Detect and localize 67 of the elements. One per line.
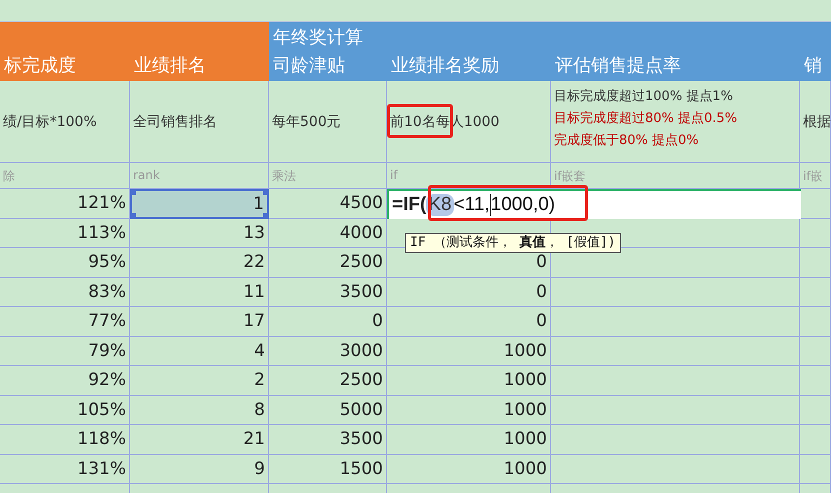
selection-handle[interactable] [130, 212, 136, 218]
hint-text: 乘法 [272, 169, 296, 183]
column-header: 业绩排名 [134, 54, 207, 77]
table-cell: 0 [372, 311, 383, 332]
function-tooltip: IF （测试条件， 真值， [假值]) [405, 233, 621, 253]
table-cell: 3000 [340, 340, 383, 361]
table-cell: 11 [243, 282, 265, 302]
table-cell: 5000 [340, 400, 383, 420]
hint-text: if嵌套 [554, 169, 586, 183]
table-cell: 13 [243, 222, 265, 243]
table-cell: 1000 [504, 429, 547, 450]
description-text: 每年500元 [272, 112, 342, 130]
table-cell: 4 [254, 340, 265, 361]
description-text: 绩/目标*100% [3, 112, 98, 130]
table-cell: 1000 [504, 400, 547, 420]
description-text: 完成度低于80% 提点0% [554, 132, 700, 149]
table-cell: 4500 [340, 193, 383, 214]
table-cell: 1000 [504, 458, 547, 479]
table-cell: 4000 [340, 222, 383, 243]
table-cell: 3500 [340, 282, 383, 302]
selection-handle[interactable] [263, 212, 269, 218]
hint-text: if嵌 [803, 169, 823, 183]
table-cell: 92% [88, 370, 126, 390]
group-title: 年终奖计算 [273, 26, 364, 49]
description-text: 根据 [803, 112, 830, 130]
selected-cell[interactable]: 1 [130, 189, 269, 218]
text-caret [490, 194, 491, 216]
table-cell: 3500 [340, 429, 383, 450]
table-cell: 2500 [340, 370, 383, 390]
table-cell: 83% [88, 282, 126, 302]
formula-text: 1000,0) [490, 194, 556, 216]
description-text: 目标完成度超过80% 提点0.5% [554, 110, 738, 127]
hint-text: if [390, 168, 398, 182]
table-cell: 77% [88, 311, 126, 332]
table-cell: 95% [88, 252, 126, 272]
table-cell: 0 [536, 282, 547, 302]
table-cell: 105% [77, 400, 126, 420]
table-cell: 2500 [340, 252, 383, 272]
formula-text: <11, [454, 194, 490, 216]
selection-handle[interactable] [130, 189, 136, 195]
table-cell: 1000 [504, 340, 547, 361]
table-cell: 131% [77, 458, 126, 479]
table-cell: 9 [254, 458, 265, 479]
table-cell: 2 [254, 370, 265, 390]
column-header: 评估销售提点率 [555, 54, 682, 77]
table-cell: 1500 [340, 458, 383, 479]
table-cell: 8 [254, 400, 265, 420]
column-header: 司龄津贴 [273, 54, 346, 77]
table-cell: 21 [243, 429, 265, 450]
description-text: 全司销售排名 [133, 112, 218, 130]
hint-text: rank [133, 168, 160, 182]
formula-function: =IF( [392, 194, 426, 216]
column-header: 标完成度 [4, 54, 77, 77]
column-header: 业绩排名奖励 [391, 54, 500, 77]
table-cell: 22 [243, 252, 265, 272]
table-cell: 0 [536, 311, 547, 332]
description-text: 目标完成度超过100% 提点1% [554, 88, 734, 105]
table-cell: 118% [77, 429, 126, 450]
table-cell: 17 [243, 311, 265, 332]
table-cell: 79% [88, 340, 126, 361]
column-header: 销 [804, 54, 823, 77]
selection-handle[interactable] [263, 189, 269, 195]
hint-text: 除 [3, 169, 15, 183]
table-cell: 1000 [504, 370, 547, 390]
table-cell: 121% [77, 193, 126, 214]
table-cell: 0 [536, 252, 547, 272]
table-cell: 113% [77, 222, 126, 243]
